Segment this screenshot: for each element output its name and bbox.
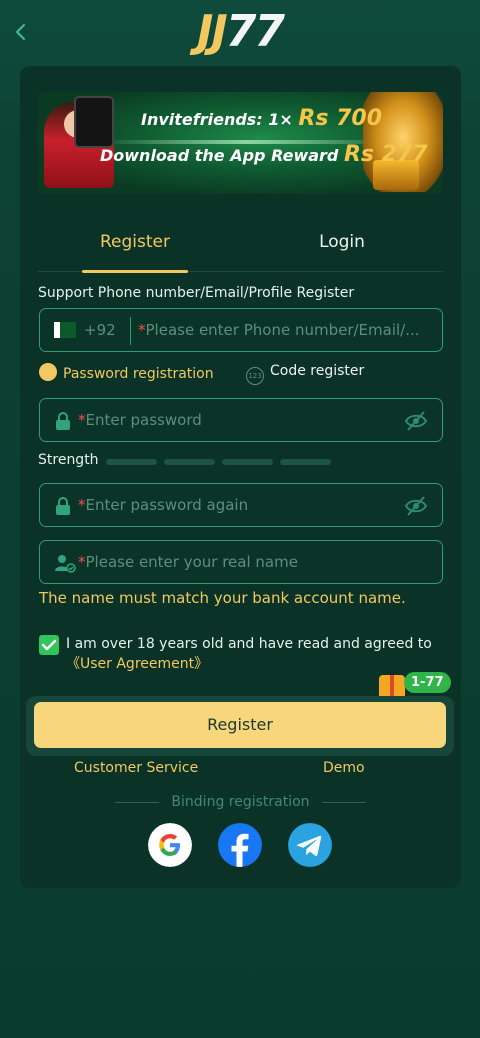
telegram-login-button[interactable] <box>288 823 332 867</box>
strength-bar <box>222 459 273 465</box>
bonus-badge: 1-77 <box>404 672 451 693</box>
banner-invite-text: Invitefriends: 1× Rs 700 <box>141 106 382 131</box>
strength-label: Strength <box>38 452 99 468</box>
tab-login[interactable]: Login <box>294 232 390 272</box>
customer-service-link[interactable]: Customer Service <box>74 760 198 776</box>
facebook-login-button[interactable] <box>218 823 262 867</box>
code-register-label: Code register <box>270 363 365 379</box>
code-register-option[interactable]: 123 Code register <box>246 363 364 385</box>
real-name-placeholder: *Please enter your real name <box>78 553 298 571</box>
banner-invite-prefix: Invitefriends: 1× <box>141 110 293 129</box>
logo-text-b: 77 <box>225 6 285 57</box>
tab-register[interactable]: Register <box>82 232 188 273</box>
register-button[interactable]: Register <box>34 702 446 748</box>
password-placeholder: *Enter password <box>78 411 202 429</box>
name-hint: The name must match your bank account na… <box>39 589 406 607</box>
binding-registration-divider: Binding registration <box>20 794 461 810</box>
register-card: Invitefriends: 1× Rs 700 Download the Ap… <box>20 66 461 888</box>
password-registration-label: Password registration <box>63 366 214 382</box>
agree-checkbox[interactable] <box>39 635 59 655</box>
phone-email-field[interactable]: +92 *Please enter Phone number/Email/... <box>39 308 443 352</box>
numeric-code-icon: 123 <box>246 367 264 385</box>
strength-bar <box>106 459 157 465</box>
strength-bar <box>164 459 215 465</box>
demo-link[interactable]: Demo <box>323 760 365 776</box>
agreement-statement: I am over 18 years old and have read and… <box>66 636 432 652</box>
real-name-field[interactable]: *Please enter your real name <box>39 540 443 584</box>
eye-off-icon[interactable] <box>404 495 428 517</box>
divider-line <box>115 801 160 803</box>
google-login-button[interactable] <box>148 823 192 867</box>
password-again-field[interactable]: *Enter password again <box>39 483 443 527</box>
country-code[interactable]: +92 <box>84 321 116 339</box>
top-bar: JJ77 <box>0 0 480 62</box>
password-field[interactable]: *Enter password <box>39 398 443 442</box>
pakistan-flag-icon[interactable] <box>54 322 76 338</box>
telegram-icon <box>288 823 332 867</box>
support-label: Support Phone number/Email/Profile Regis… <box>38 285 355 301</box>
lock-icon <box>56 412 70 430</box>
field-divider <box>130 317 131 345</box>
lock-badge-icon <box>39 363 57 381</box>
agreement-row: I am over 18 years old and have read and… <box>39 633 443 677</box>
user-verified-icon <box>55 555 76 573</box>
logo-text-a: JJ <box>197 6 228 57</box>
agreement-text: I am over 18 years old and have read and… <box>66 634 444 674</box>
password-registration-option[interactable]: Password registration <box>39 363 214 382</box>
check-icon <box>41 639 57 651</box>
phone-placeholder: *Please enter Phone number/Email/... <box>138 321 420 339</box>
password-again-placeholder: *Enter password again <box>78 496 249 514</box>
banner-phone-image <box>74 96 114 148</box>
lock-icon <box>56 497 70 515</box>
eye-off-icon[interactable] <box>404 410 428 432</box>
binding-registration-label: Binding registration <box>171 794 310 810</box>
auth-tabs: Register Login <box>38 226 443 273</box>
banner-download-text: Download the App Reward Rs 277 <box>100 142 428 167</box>
register-mode-switch: Password registration 123 Code register <box>39 363 443 387</box>
register-button-frame: Register <box>26 696 454 756</box>
banner-download-amount: Rs 277 <box>343 142 428 167</box>
banner-invite-amount: Rs 700 <box>298 106 383 131</box>
promo-banner[interactable]: Invitefriends: 1× Rs 700 Download the Ap… <box>38 92 443 194</box>
google-icon <box>148 823 192 867</box>
facebook-icon <box>218 823 262 867</box>
strength-bar <box>280 459 331 465</box>
user-agreement-link[interactable]: 《User Agreement》 <box>66 656 208 672</box>
banner-download-prefix: Download the App Reward <box>100 146 339 165</box>
app-logo: JJ77 <box>0 6 480 58</box>
divider-line <box>321 801 366 803</box>
